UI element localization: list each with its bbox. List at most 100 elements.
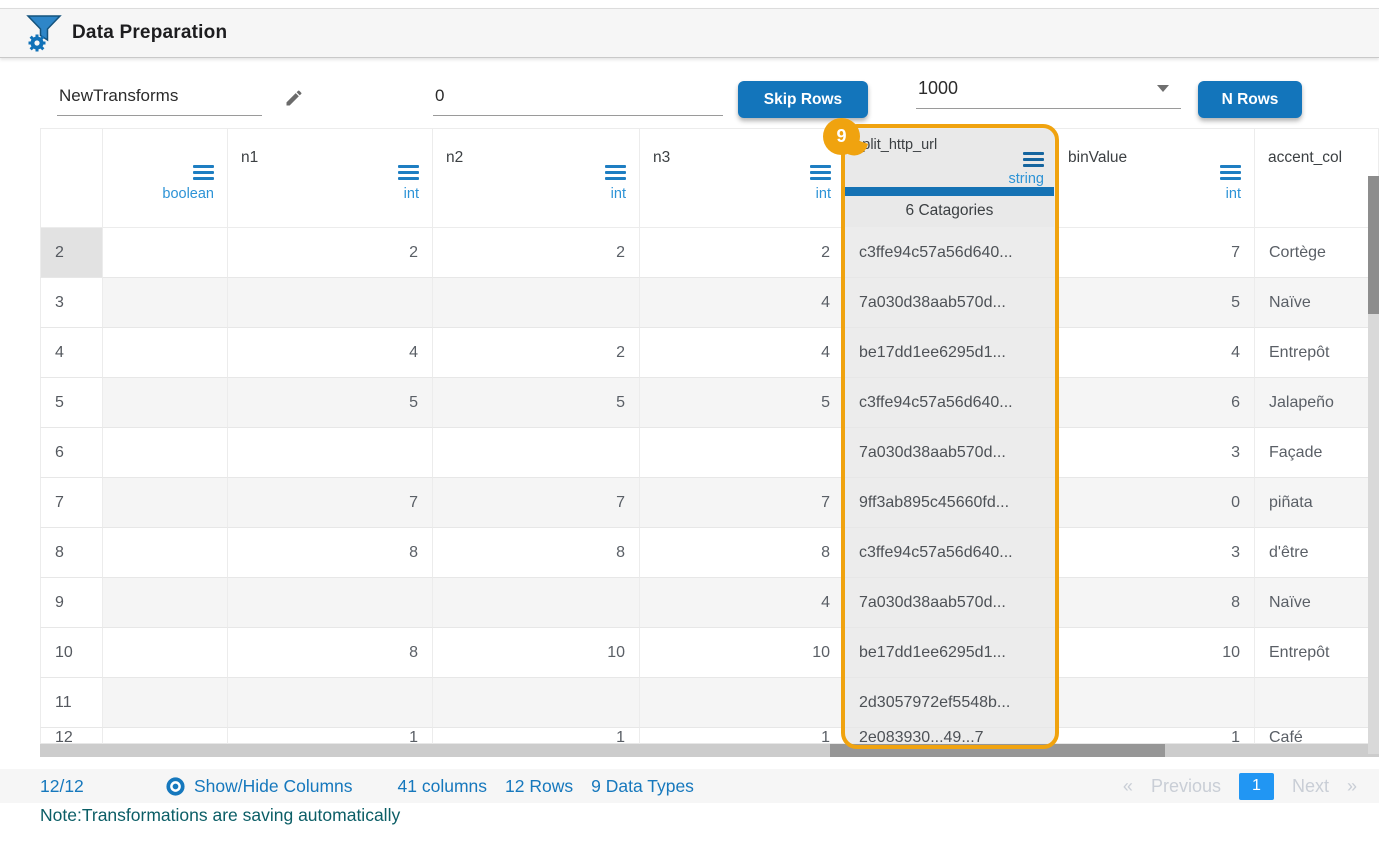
table-cell: 4: [640, 278, 845, 328]
column-type-label: string: [1009, 171, 1044, 187]
show-hide-columns-label: Show/Hide Columns: [194, 776, 353, 797]
vertical-scrollbar[interactable]: [1368, 176, 1379, 754]
horizontal-scrollbar-thumb[interactable]: [830, 744, 1165, 757]
table-cell: 6: [1055, 378, 1255, 428]
vertical-scrollbar-thumb[interactable]: [1368, 176, 1379, 314]
table-cell: [433, 578, 640, 628]
data-grid: boolean n1 int n2 int n3 int split_http_…: [40, 128, 1379, 757]
table-cell: 8: [228, 628, 433, 678]
table-cell: Naïve: [1255, 578, 1379, 628]
autosave-note: Note:Transformations are saving automati…: [40, 805, 1379, 826]
column-name: split_http_url: [855, 137, 937, 153]
footer-bar: 12/12 Show/Hide Columns 41 columns 12 Ro…: [0, 769, 1379, 803]
skip-rows-button[interactable]: Skip Rows: [738, 81, 868, 118]
column-type-label: int: [816, 186, 831, 202]
current-page-button[interactable]: 1: [1239, 773, 1274, 800]
n-rows-selected-value: 1000: [918, 78, 958, 99]
transform-name-input[interactable]: [57, 84, 262, 116]
table-cell: Jalapeño: [1255, 378, 1379, 428]
table-cell: 3: [1055, 528, 1255, 578]
column-menu-icon[interactable]: [605, 165, 626, 180]
table-cell: c3ffe94c57a56d640...: [845, 528, 1055, 578]
row-index-cell: 4: [40, 328, 103, 378]
column-header-n3[interactable]: n3 int: [640, 128, 845, 228]
column-header-n1[interactable]: n1 int: [228, 128, 433, 228]
table-cell: [228, 678, 433, 728]
table-cell: 5: [433, 378, 640, 428]
column-type-label: boolean: [162, 186, 214, 202]
table-cell: 1: [1055, 728, 1255, 744]
table-row: 112d3057972ef5548b...: [40, 678, 1379, 728]
table-row: 347a030d38aab570d...5Naïve: [40, 278, 1379, 328]
data-types-count-label: 9 Data Types: [591, 776, 694, 797]
table-cell: 7a030d38aab570d...: [845, 278, 1055, 328]
column-header-boolean[interactable]: boolean: [103, 128, 228, 228]
table-cell: 8: [640, 528, 845, 578]
table-cell: 2: [228, 228, 433, 278]
table-cell: 7: [640, 478, 845, 528]
first-page-arrow[interactable]: «: [1123, 776, 1133, 797]
index-column-header: [40, 128, 103, 228]
column-type-label: int: [1226, 186, 1241, 202]
row-index-cell: 7: [40, 478, 103, 528]
table-cell: be17dd1ee6295d1...: [845, 628, 1055, 678]
n-rows-select[interactable]: 1000: [916, 76, 1181, 109]
table-cell: Café: [1255, 728, 1379, 744]
column-menu-icon[interactable]: [810, 165, 831, 180]
table-row: 2222c3ffe94c57a56d640...7Cortège: [40, 228, 1379, 278]
n-rows-button[interactable]: N Rows: [1198, 81, 1302, 118]
table-cell: Naïve: [1255, 278, 1379, 328]
table-cell: 4: [640, 578, 845, 628]
horizontal-scrollbar[interactable]: [40, 744, 1379, 757]
column-menu-icon[interactable]: [193, 165, 214, 180]
pagination: « Previous 1 Next »: [1123, 773, 1371, 800]
column-name: n1: [241, 149, 258, 167]
table-row: 947a030d38aab570d...8Naïve: [40, 578, 1379, 628]
table-cell: [103, 278, 228, 328]
column-header-n2[interactable]: n2 int: [433, 128, 640, 228]
category-progress-bar: [845, 187, 1054, 196]
table-cell: [1255, 678, 1379, 728]
table-cell: 4: [228, 328, 433, 378]
table-header-row: boolean n1 int n2 int n3 int split_http_…: [40, 128, 1379, 228]
table-cell: c3ffe94c57a56d640...: [845, 228, 1055, 278]
table-cell: 7: [433, 478, 640, 528]
table-cell: 9ff3ab895c45660fd...: [845, 478, 1055, 528]
table-cell: [103, 228, 228, 278]
column-header-accent_col[interactable]: accent_col: [1255, 128, 1379, 228]
table-cell: 5: [640, 378, 845, 428]
columns-count-label: 41 columns: [398, 776, 488, 797]
skip-rows-input[interactable]: [433, 84, 723, 116]
row-index-cell: 5: [40, 378, 103, 428]
table-cell: Entrepôt: [1255, 328, 1379, 378]
next-page-button[interactable]: Next: [1292, 776, 1329, 797]
table-cell: 3: [1055, 428, 1255, 478]
last-page-arrow[interactable]: »: [1347, 776, 1357, 797]
edit-pencil-icon[interactable]: [284, 88, 304, 108]
table-cell: Entrepôt: [1255, 628, 1379, 678]
table-cell: 7a030d38aab570d...: [845, 578, 1055, 628]
row-count-indicator: 12/12: [40, 776, 100, 797]
table-cell: Cortège: [1255, 228, 1379, 278]
table-cell: [433, 428, 640, 478]
column-menu-icon[interactable]: [1220, 165, 1241, 180]
column-header-binValue[interactable]: binValue int: [1055, 128, 1255, 228]
table-row: 77779ff3ab895c45660fd...0piñata: [40, 478, 1379, 528]
column-name: n3: [653, 149, 670, 167]
row-index-cell: 12: [40, 728, 103, 744]
show-hide-columns-button[interactable]: Show/Hide Columns: [165, 776, 353, 797]
column-header-split_http_url[interactable]: split_http_url string 6 Catagories: [845, 128, 1055, 228]
row-index-cell: 3: [40, 278, 103, 328]
column-menu-icon[interactable]: [398, 165, 419, 180]
column-menu-icon[interactable]: [1023, 152, 1044, 167]
table-cell: 2: [640, 228, 845, 278]
previous-page-button[interactable]: Previous: [1151, 776, 1221, 797]
table-cell: 2e083930...49...7: [845, 728, 1055, 744]
table-cell: 8: [228, 528, 433, 578]
table-cell: 5: [228, 378, 433, 428]
toolbar: Skip Rows 1000 N Rows: [0, 58, 1379, 128]
table-cell: 2: [433, 328, 640, 378]
column-type-label: int: [404, 186, 419, 202]
row-index-cell: 2: [40, 228, 103, 278]
table-cell: [103, 578, 228, 628]
